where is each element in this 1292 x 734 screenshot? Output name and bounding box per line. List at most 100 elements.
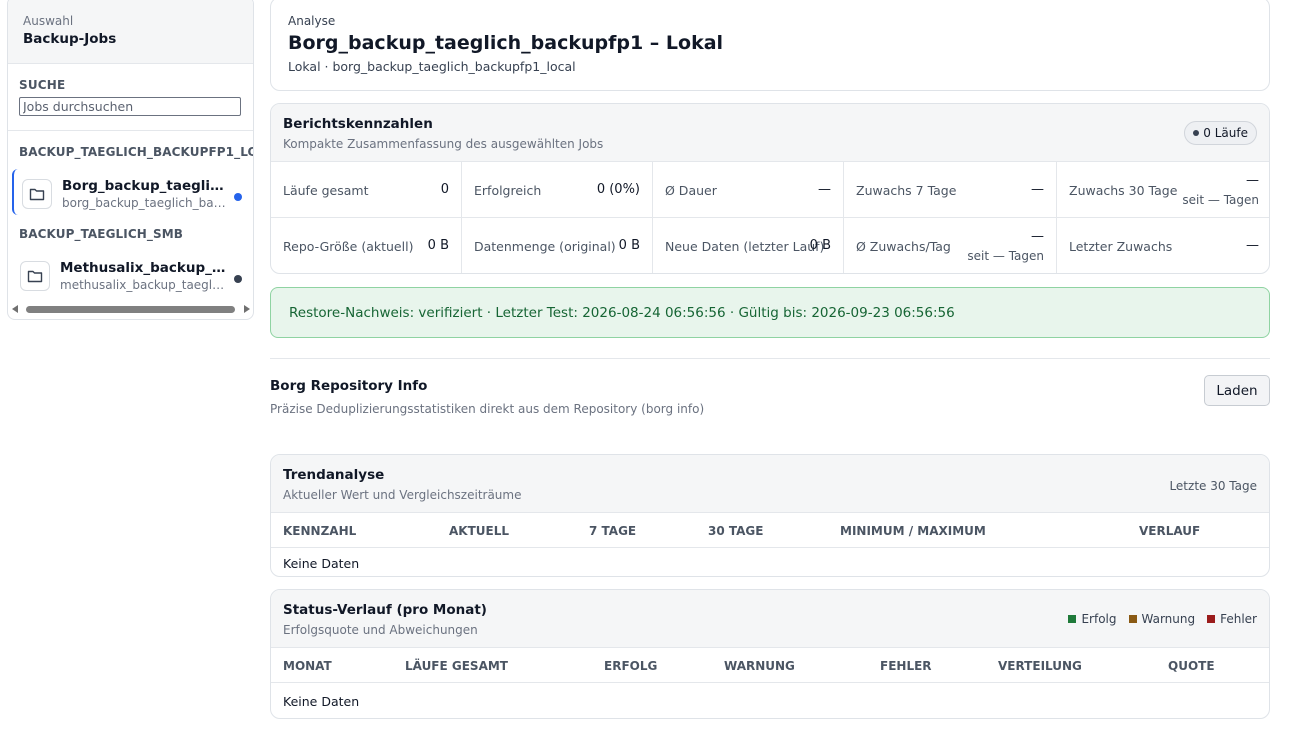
legend-item: Erfolg [1068, 612, 1117, 626]
status-header: Status-Verlauf (pro Monat) Erfolgsquote … [271, 590, 1269, 648]
group-label-smb: BACKUP_TAEGLICH_SMB [19, 227, 184, 241]
column-header: MINIMUM / MAXIMUM [840, 524, 986, 538]
legend-swatch [1207, 615, 1216, 623]
kpi-label: Letzter Zuwachs [1069, 239, 1173, 254]
trend-subtitle: Aktueller Wert und Vergleichszeiträume [283, 488, 522, 502]
column-header: WARNUNG [724, 659, 795, 673]
kpi-value: — [1246, 173, 1259, 188]
kpi-value: 0 B [427, 238, 449, 253]
job-name: Borg_backup_taeglich_backupfp1 – Lokal [62, 178, 230, 194]
divider [270, 358, 1270, 359]
column-header: QUOTE [1168, 659, 1215, 673]
empty-state: Keine Daten [283, 556, 360, 571]
kpi-label: Zuwachs 30 Tage [1069, 183, 1178, 198]
column-header: MONAT [283, 659, 332, 673]
kpi-cell: Läufe gesamt 0 [271, 162, 462, 218]
kpi-grid: Läufe gesamt 0 Erfolgreich 0 (0%) Ø Daue… [271, 162, 1269, 273]
column-header: ERFOLG [604, 659, 658, 673]
column-header: LÄUFE GESAMT [405, 659, 508, 673]
column-header: KENNZAHL [283, 524, 357, 538]
job-header-card: Analyse Borg_backup_taeglich_backupfp1 –… [270, 0, 1270, 91]
sidebar: Auswahl Backup-Jobs SUCHE BACKUP_TAEGLIC… [7, 0, 254, 320]
kpi-cell: Ø Zuwachs/Tag — seit — Tagen [844, 218, 1057, 273]
job-path: methusalix_backup_taeglich_smb [60, 278, 226, 292]
kpi-cell: Datenmenge (original) 0 B [462, 218, 653, 273]
repo-info-title: Borg Repository Info [270, 378, 428, 394]
sidebar-header-title: Backup-Jobs [23, 31, 117, 47]
legend-swatch [1068, 615, 1077, 623]
kpi-label: Ø Dauer [665, 183, 717, 198]
repo-info-subtitle: Präzise Deduplizierungsstatistiken direk… [270, 402, 705, 416]
kpi-cell: Repo-Größe (aktuell) 0 B [271, 218, 462, 273]
load-button[interactable]: Laden [1204, 375, 1270, 406]
kpi-title: Berichtskennzahlen [283, 116, 433, 132]
legend-item: Fehler [1207, 612, 1257, 626]
status-dot [234, 275, 242, 283]
bullet-icon [1193, 130, 1200, 136]
group-label-local: BACKUP_TAEGLICH_BACKUPFP1_LOCAL [19, 145, 253, 159]
kpi-value: 0 (0%) [596, 182, 640, 197]
kpi-label: Ø Zuwachs/Tag [856, 239, 951, 254]
trend-card: Trendanalyse Aktueller Wert und Vergleic… [270, 454, 1270, 577]
kpi-header: Berichtskennzahlen Kompakte Zusammenfass… [271, 104, 1269, 162]
scroll-left-icon[interactable] [12, 305, 18, 313]
kpi-cell: Letzter Zuwachs — [1057, 218, 1269, 273]
status-dot [234, 193, 242, 201]
legend-item: Warnung [1128, 612, 1196, 626]
kpi-value: 0 B [618, 238, 640, 253]
page-title: Borg_backup_taeglich_backupfp1 – Lokal [288, 32, 724, 54]
kpi-cell: Neue Daten (letzter Lauf) 0 B [653, 218, 844, 273]
scrollbar-thumb[interactable] [26, 306, 235, 313]
kpi-note: seit — Tagen [967, 249, 1044, 263]
kpi-cell: Ø Dauer — [653, 162, 844, 218]
kpi-value: — [1031, 182, 1044, 197]
kpi-label: Repo-Größe (aktuell) [283, 239, 414, 254]
header-sub: Analyse [288, 14, 336, 28]
legend-label: Erfolg [1081, 612, 1117, 626]
folder-icon [22, 179, 52, 209]
kpi-cell: Zuwachs 30 Tage — seit — Tagen [1057, 162, 1269, 218]
kpi-value: — [1246, 238, 1259, 253]
trend-title: Trendanalyse [283, 467, 385, 483]
search-section: SUCHE [8, 64, 253, 131]
scroll-right-icon[interactable] [244, 305, 250, 313]
kpi-value: — [818, 182, 831, 197]
kpi-label: Neue Daten (letzter Lauf) [665, 239, 825, 254]
column-header: VERLAUF [1139, 524, 1201, 538]
job-item-borg-local[interactable]: Borg_backup_taeglich_backupfp1 – Lokal b… [12, 169, 250, 215]
legend-label: Warnung [1141, 612, 1196, 626]
kpi-value: — [1031, 229, 1044, 244]
kpi-label: Zuwachs 7 Tage [856, 183, 957, 198]
sidebar-header: Auswahl Backup-Jobs [8, 0, 253, 64]
kpi-subtitle: Kompakte Zusammenfassung des ausgewählte… [283, 137, 604, 151]
trend-table-header: KENNZAHL AKTUELL 7 TAGE 30 TAGE MINIMUM … [271, 513, 1269, 548]
kpi-label: Läufe gesamt [283, 183, 369, 198]
restore-status-banner: Restore-Nachweis: verifiziert · Letzter … [270, 287, 1270, 338]
runs-badge: 0 Läufe [1184, 121, 1257, 145]
kpi-label: Datenmenge (original) [474, 239, 616, 254]
header-meta: Lokal · borg_backup_taeglich_backupfp1_l… [288, 59, 576, 74]
status-legend: Erfolg Warnung Fehler [1068, 612, 1257, 626]
job-name: Methusalix_backup_taeglich [60, 260, 228, 276]
kpi-note: seit — Tagen [1182, 193, 1259, 207]
runs-badge-label: 0 Läufe [1203, 126, 1248, 140]
column-header: 7 TAGE [589, 524, 637, 538]
trend-range: Letzte 30 Tage [1169, 479, 1257, 493]
job-path: borg_backup_taeglich_backupfp1_local [62, 196, 228, 210]
column-header: 30 TAGE [708, 524, 764, 538]
kpi-card: Berichtskennzahlen Kompakte Zusammenfass… [270, 103, 1270, 274]
kpi-label: Erfolgreich [474, 183, 542, 198]
kpi-value: 0 B [809, 238, 831, 253]
empty-state: Keine Daten [283, 694, 360, 709]
horizontal-scrollbar[interactable] [12, 303, 250, 315]
job-item-methusalix[interactable]: Methusalix_backup_taeglich methusalix_ba… [12, 251, 250, 297]
search-input[interactable] [19, 97, 241, 116]
status-table-header: MONAT LÄUFE GESAMT ERFOLG WARNUNG FEHLER… [271, 648, 1269, 683]
column-header: VERTEILUNG [998, 659, 1082, 673]
kpi-cell: Zuwachs 7 Tage — [844, 162, 1057, 218]
kpi-cell: Erfolgreich 0 (0%) [462, 162, 653, 218]
status-card: Status-Verlauf (pro Monat) Erfolgsquote … [270, 589, 1270, 719]
column-header: AKTUELL [449, 524, 510, 538]
folder-icon [20, 261, 50, 291]
kpi-value: 0 [440, 182, 449, 197]
